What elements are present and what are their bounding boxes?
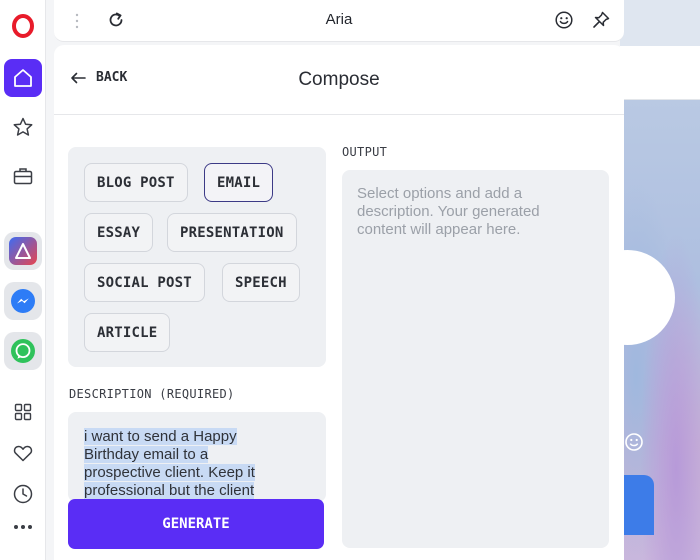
compose-header: BACK Compose	[54, 45, 624, 115]
compose-title: Compose	[298, 69, 380, 90]
chip-essay[interactable]: ESSAY	[84, 213, 154, 252]
background-navbar	[620, 46, 700, 100]
emoji-icon[interactable]	[554, 10, 574, 30]
chip-presentation[interactable]: PRESENTATION	[167, 213, 297, 252]
grid-icon[interactable]	[4, 393, 42, 431]
chip-social-post[interactable]: SOCIAL POST	[84, 263, 205, 302]
output-label: OUTPUT	[342, 145, 388, 159]
content-type-options: BLOG POST EMAIL ESSAY PRESENTATION SOCIA…	[68, 147, 326, 367]
whatsapp-icon[interactable]	[4, 332, 42, 370]
panel-title: Aria	[325, 11, 353, 28]
aria-app-icon[interactable]	[4, 232, 42, 270]
output-area: Select options and add a description. Yo…	[342, 170, 609, 548]
smile-icon	[625, 433, 643, 451]
chip-article[interactable]: ARTICLE	[84, 313, 171, 352]
output-placeholder: Select options and add a description. Yo…	[357, 185, 540, 238]
description-label: DESCRIPTION (REQUIRED)	[69, 387, 235, 401]
messenger-icon[interactable]	[4, 282, 42, 320]
chip-blog-post[interactable]: BLOG POST	[84, 163, 188, 202]
home-icon[interactable]	[4, 59, 42, 97]
heart-icon[interactable]	[4, 434, 42, 472]
pin-icon[interactable]	[591, 10, 611, 30]
star-icon[interactable]	[4, 108, 42, 146]
background-webpage	[620, 0, 700, 560]
description-input[interactable]: i want to send a Happy Birthday email to…	[68, 412, 326, 502]
compose-panel: BACK Compose BLOG POST EMAIL ESSAY PRESE…	[54, 45, 624, 560]
background-blue-block	[620, 475, 654, 535]
chip-speech[interactable]: SPEECH	[222, 263, 300, 302]
browser-sidebar	[0, 0, 46, 560]
generate-button[interactable]: GENERATE	[68, 499, 324, 549]
background-header	[620, 0, 700, 46]
briefcase-icon[interactable]	[4, 157, 42, 195]
chip-email[interactable]: EMAIL	[204, 163, 274, 202]
opera-logo-icon[interactable]	[4, 7, 42, 45]
more-icon[interactable]	[4, 508, 42, 546]
description-text: i want to send a Happy Birthday email to…	[84, 428, 255, 499]
aria-panel-titlebar: Aria	[54, 0, 624, 42]
